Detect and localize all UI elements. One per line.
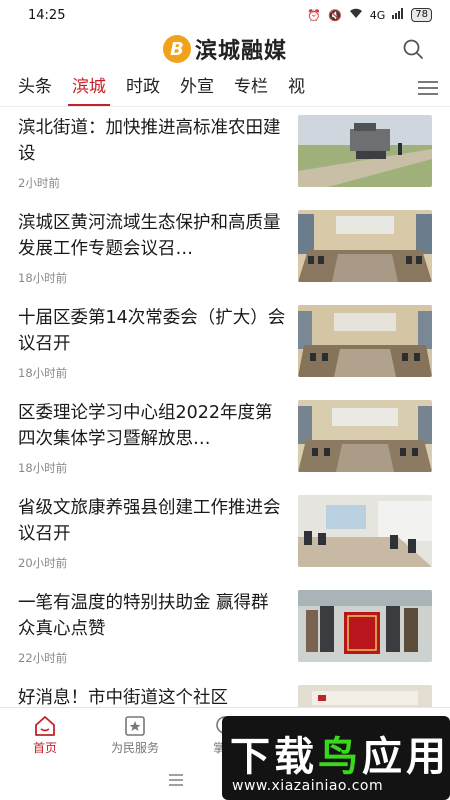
nav-home-label: 首页 (32, 741, 57, 755)
news-item[interactable]: 区委理论学习中心组2022年度第四次集体学习暨解放思… 18小时前 (0, 392, 450, 487)
status-bar: 14:25 ⏰ 🔇 4G 78 (0, 0, 450, 30)
news-thumbnail-meeting (298, 305, 432, 377)
news-thumbnail-conference (298, 495, 432, 567)
news-item[interactable]: 省级文旅康养强县创建工作推进会议召开 20小时前 (0, 487, 450, 582)
nav-home[interactable]: 首页 (0, 708, 90, 763)
channel-tabs: 头条 滨城 时政 外宣 专栏 视 (0, 70, 450, 106)
menu-icon (418, 81, 438, 95)
nav-service[interactable]: 为民服务 (90, 708, 180, 763)
news-item[interactable]: 一笔有温度的特别扶助金 赢得群众真心点赞 22小时前 (0, 582, 450, 677)
news-title: 滨城区黄河流域生态保护和高质量发展工作专题会议召… (18, 213, 281, 259)
home-icon (35, 716, 55, 736)
news-title: 一笔有温度的特别扶助金 赢得群众真心点赞 (18, 593, 269, 639)
alarm-icon: ⏰ (307, 8, 322, 22)
news-feed[interactable]: 滨北街道：加快推进高标准农田建设 2小时前 滨城区黄河流域生态保护和高质量发展工… (0, 107, 450, 707)
nav-service-label: 为民服务 (110, 741, 159, 755)
news-item[interactable]: 滨城区黄河流域生态保护和高质量发展工作专题会议召… 18小时前 (0, 202, 450, 297)
news-item[interactable]: 十届区委第14次常委会（扩大）会议召开 18小时前 (0, 297, 450, 392)
tab-bincheng[interactable]: 滨城 (62, 70, 116, 106)
news-time: 18小时前 (18, 461, 68, 475)
news-title: 省级文旅康养强县创建工作推进会议召开 (18, 498, 281, 544)
mute-icon: 🔇 (328, 8, 342, 22)
news-title: 好消息！市中街道这个社区 (18, 688, 228, 707)
news-time: 22小时前 (18, 651, 68, 665)
tab-zhuanlan[interactable]: 专栏 (224, 70, 278, 106)
tab-toutiao[interactable]: 头条 (0, 70, 62, 106)
channel-menu-button[interactable] (406, 70, 450, 106)
service-star-icon (125, 716, 145, 736)
tab-shizheng[interactable]: 时政 (116, 70, 170, 106)
news-thumbnail-community (298, 685, 432, 707)
watermark-logo: 下载鸟应用 www.xiazainiao.com (222, 716, 450, 800)
search-button[interactable] (402, 38, 424, 60)
system-menu-icon[interactable] (167, 772, 185, 791)
news-time: 20小时前 (18, 556, 68, 570)
signal-label: 4G (369, 8, 386, 22)
app-header: B 滨城融媒 (0, 30, 450, 68)
news-thumbnail-farmland (298, 115, 432, 187)
tab-waixuan[interactable]: 外宣 (170, 70, 224, 106)
search-icon (403, 39, 423, 59)
news-title: 滨北街道：加快推进高标准农田建设 (18, 118, 281, 164)
news-time: 18小时前 (18, 271, 68, 285)
news-title: 十届区委第14次常委会（扩大）会议召开 (18, 308, 286, 354)
news-thumbnail-banner (298, 590, 432, 662)
battery-indicator: 78 (411, 8, 432, 22)
news-thumbnail-meeting (298, 210, 432, 282)
app-name: 滨城融媒 (194, 39, 287, 64)
signal-icon (392, 8, 404, 22)
watermark-url: www.xiazainiao.com (232, 778, 384, 794)
news-item[interactable]: 滨北街道：加快推进高标准农田建设 2小时前 (0, 107, 450, 202)
news-title: 区委理论学习中心组2022年度第四次集体学习暨解放思… (18, 403, 273, 449)
news-time: 2小时前 (18, 176, 60, 190)
logo-mark-icon: B (162, 35, 191, 63)
news-thumbnail-meeting (298, 400, 432, 472)
app-logo: B 滨城融媒 (162, 33, 287, 65)
wifi-icon (349, 8, 363, 22)
status-time: 14:25 (28, 7, 66, 23)
news-time: 18小时前 (18, 366, 68, 380)
tab-video[interactable]: 视 (278, 70, 315, 106)
watermark-title: 下载鸟应用 (230, 734, 450, 780)
news-item[interactable]: 好消息！市中街道这个社区 (0, 677, 450, 707)
status-icons: ⏰ 🔇 4G 78 (307, 8, 432, 22)
